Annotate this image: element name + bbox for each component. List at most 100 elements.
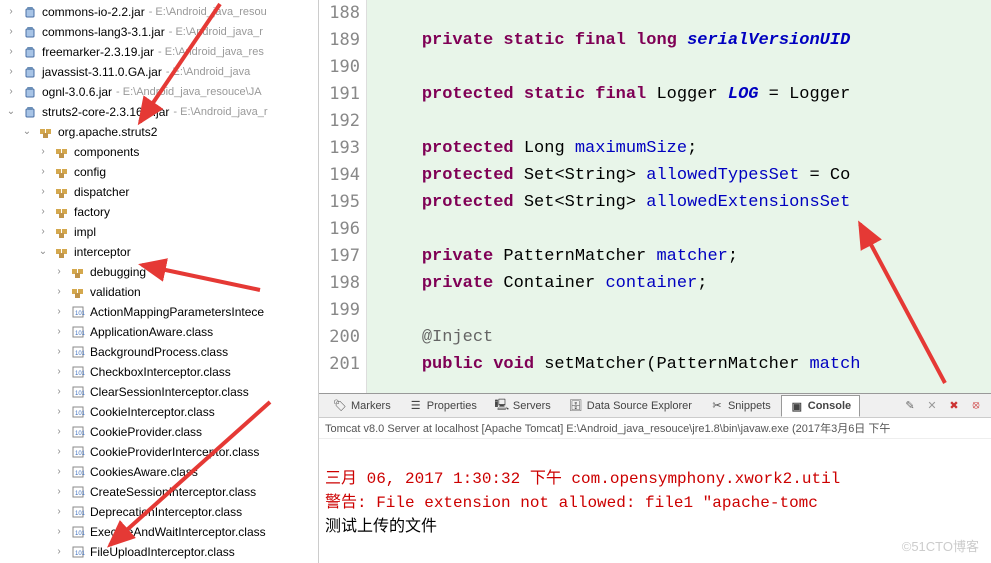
tree-twisty[interactable]: › [52,422,66,442]
tree-twisty[interactable]: › [36,202,50,222]
tree-twisty[interactable]: › [52,282,66,302]
tree-row[interactable]: ›101ExecuteAndWaitInterceptor.class [0,522,318,542]
code-editor[interactable]: 1881891901911921931941951961971981992002… [319,0,991,393]
tab-properties[interactable]: ☰Properties [401,396,485,416]
class-icon: 101 [70,504,86,520]
tree-label: ActionMappingParametersIntece [90,302,264,322]
tree-twisty[interactable]: › [36,182,50,202]
tree-row[interactable]: ›101CheckboxInterceptor.class [0,362,318,382]
tree-path: - E:\Android_java_res [158,42,264,62]
tree-row[interactable]: ⌄struts2-core-2.3.16.3.jar - E:\Android_… [0,102,318,122]
console-output[interactable]: 三月 06, 2017 1:30:32 下午 com.opensymphony.… [319,439,991,563]
package-icon [54,204,70,220]
tree-row[interactable]: ⌄interceptor [0,242,318,262]
console-clear-icon[interactable]: ✕ [923,397,941,415]
jar-icon [22,104,38,120]
tree-label: struts2-core-2.3.16.3.jar [42,102,169,122]
console-line: 测试上传的文件 [325,518,437,536]
tree-twisty[interactable]: › [52,302,66,322]
tree-row[interactable]: ›commons-lang3-3.1.jar - E:\Android_java… [0,22,318,42]
tree-row[interactable]: ›config [0,162,318,182]
tree-row[interactable]: ›101DeprecationInterceptor.class [0,502,318,522]
class-icon: 101 [70,364,86,380]
line-gutter: 1881891901911921931941951961971981992002… [319,0,367,393]
tree-twisty[interactable]: › [52,482,66,502]
package-icon [70,284,86,300]
tree-row[interactable]: › impl [0,222,318,242]
tree-row[interactable]: ›101ApplicationAware.class [0,322,318,342]
package-icon [54,184,70,200]
tree-twisty[interactable]: › [36,222,50,242]
tree-twisty[interactable]: › [36,142,50,162]
package-explorer[interactable]: ›commons-io-2.2.jar - E:\Android_java_re… [0,0,319,563]
tree-twisty[interactable]: ⌄ [4,102,18,122]
tree-row[interactable]: ›components [0,142,318,162]
tree-twisty[interactable]: › [4,2,18,22]
tree-twisty[interactable]: › [52,402,66,422]
console-removeall-icon[interactable]: ⦻ [967,397,985,415]
tree-twisty[interactable]: › [52,502,66,522]
tree-row[interactable]: ›101BackgroundProcess.class [0,342,318,362]
tree-label: dispatcher [74,182,129,202]
tree-label: validation [90,282,141,302]
tab-icon: ☰ [409,399,423,413]
tree-twisty[interactable]: › [52,342,66,362]
svg-text:101: 101 [75,451,85,457]
tree-row[interactable]: ›101CreateSessionInterceptor.class [0,482,318,502]
svg-text:101: 101 [75,551,85,557]
console-remove-icon[interactable]: ✖ [945,397,963,415]
tab-markers[interactable]: 🏷Markers [325,396,399,416]
tree-twisty[interactable]: › [52,362,66,382]
tree-twisty[interactable]: › [4,62,18,82]
tab-label: Markers [351,400,391,412]
tab-snippets[interactable]: ✂Snippets [702,396,779,416]
tree-row[interactable]: ›101CookieProvider.class [0,422,318,442]
package-icon [70,264,86,280]
tree-label: impl [74,222,96,242]
tab-data-source-explorer[interactable]: 🗄Data Source Explorer [561,396,700,416]
tree-row[interactable]: ›commons-io-2.2.jar - E:\Android_java_re… [0,2,318,22]
tree-row[interactable]: ›debugging [0,262,318,282]
tree-label: factory [74,202,110,222]
tree-twisty[interactable]: › [52,462,66,482]
tab-label: Console [808,400,851,412]
tree-row[interactable]: ›javassist-3.11.0.GA.jar - E:\Android_ja… [0,62,318,82]
tree-row[interactable]: ›101CookieProviderInterceptor.class [0,442,318,462]
tree-twisty[interactable]: ⌄ [20,122,34,142]
svg-text:101: 101 [75,431,85,437]
tree-row[interactable]: ›101CookieInterceptor.class [0,402,318,422]
tree-row[interactable]: › 101 FileUploadInterceptor.class [0,542,318,562]
tree-label: FileUploadInterceptor.class [90,542,235,562]
tree-twisty[interactable]: › [4,82,18,102]
tree-twisty[interactable]: › [52,542,66,562]
tree-label: DeprecationInterceptor.class [90,502,242,522]
tab-console[interactable]: ▣Console [781,395,860,417]
tree-label: CreateSessionInterceptor.class [90,482,256,502]
tree-twisty[interactable]: ⌄ [36,242,50,262]
tree-row[interactable]: › dispatcher [0,182,318,202]
tree-label: CookieInterceptor.class [90,402,215,422]
tree-twisty[interactable]: › [52,262,66,282]
tree-row[interactable]: ›freemarker-2.3.19.jar - E:\Android_java… [0,42,318,62]
tree-row[interactable]: › factory [0,202,318,222]
svg-text:101: 101 [75,351,85,357]
tree-twisty[interactable]: › [4,42,18,62]
tree-twisty[interactable]: › [52,382,66,402]
tree-twisty[interactable]: › [4,22,18,42]
class-icon: 101 [70,444,86,460]
tree-row[interactable]: ›101CookiesAware.class [0,462,318,482]
tree-row[interactable]: ›101ClearSessionInterceptor.class [0,382,318,402]
tree-row[interactable]: ›101ActionMappingParametersIntece [0,302,318,322]
tree-row[interactable]: › validation [0,282,318,302]
svg-text:101: 101 [75,531,85,537]
tab-servers[interactable]: 🖳Servers [487,396,559,416]
tree-twisty[interactable]: › [52,322,66,342]
console-edit-icon[interactable]: ✎ [901,397,919,415]
tree-twisty[interactable]: › [36,162,50,182]
tree-twisty[interactable]: › [52,522,66,542]
bottom-tabs[interactable]: 🏷Markers☰Properties🖳Servers🗄Data Source … [319,394,991,418]
tree-twisty[interactable]: › [52,442,66,462]
code-area[interactable]: private static final long serialVersionU… [367,0,991,393]
tree-row[interactable]: ⌄org.apache.struts2 [0,122,318,142]
tree-row[interactable]: ›ognl-3.0.6.jar - E:\Android_java_resouc… [0,82,318,102]
